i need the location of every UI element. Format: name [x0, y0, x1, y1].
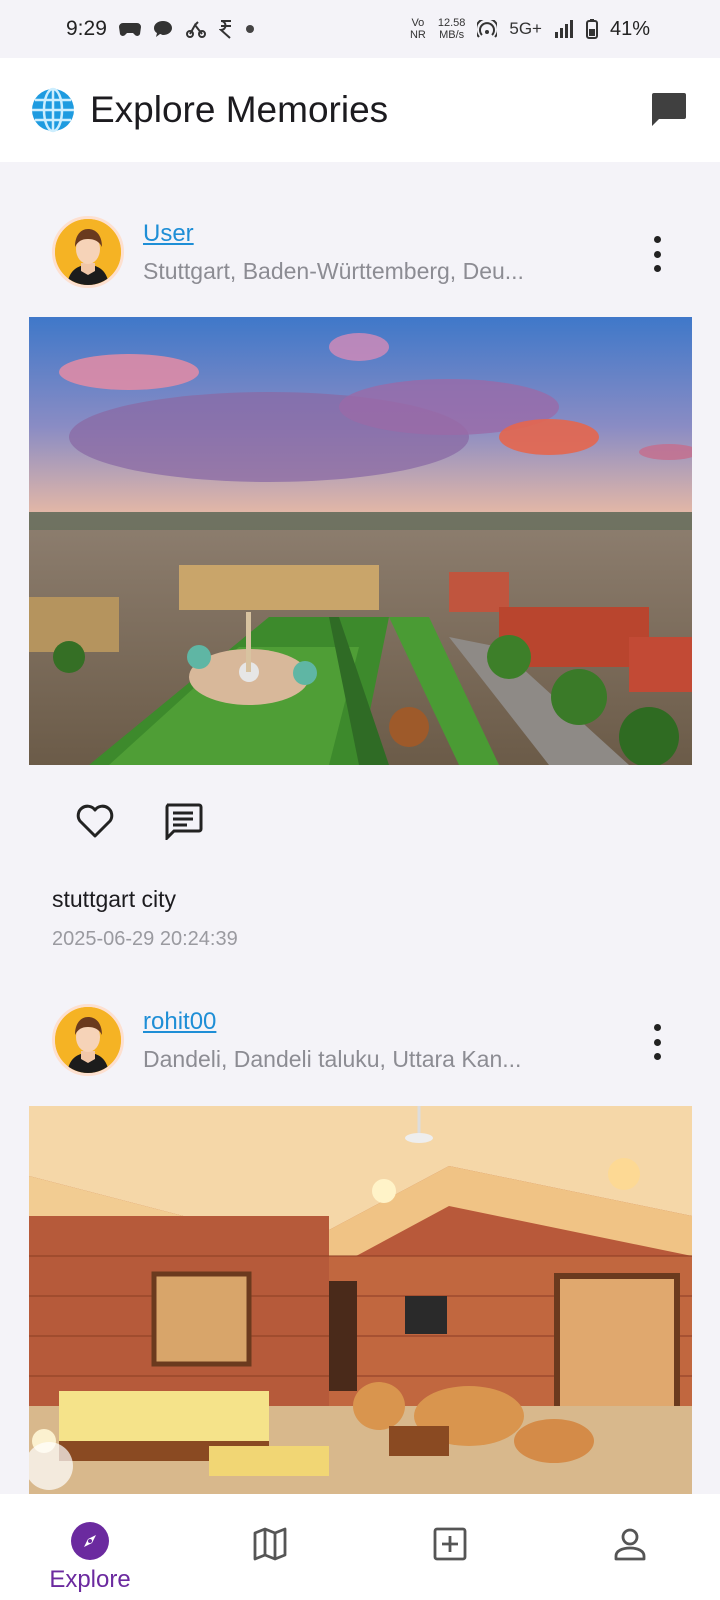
globe-icon [32, 87, 74, 133]
avatar[interactable] [52, 1004, 124, 1076]
more-options-button[interactable] [642, 236, 672, 272]
post-username[interactable]: rohit00 [143, 1008, 216, 1036]
post-location: Stuttgart, Baden-Württemberg, Deu... [143, 258, 524, 284]
app-bar: Explore Memories [0, 58, 720, 162]
delivery-icon [185, 21, 206, 38]
more-dots-icon [653, 1024, 661, 1031]
volte-indicator: Vo NR [409, 17, 426, 41]
post-caption: stuttgart city [52, 886, 176, 912]
bottom-navigation: Explore [0, 1494, 720, 1600]
rupee-icon [218, 20, 231, 39]
post-photo[interactable] [29, 317, 692, 765]
chat-icon [652, 93, 686, 126]
avatar[interactable] [52, 216, 124, 288]
message-bubble-icon [153, 21, 172, 37]
comment-button[interactable] [163, 802, 203, 840]
person-icon [614, 1528, 646, 1561]
nav-explore-label: Explore [49, 1566, 131, 1593]
chat-button[interactable] [646, 88, 690, 132]
add-box-icon [433, 1527, 467, 1561]
net-speed: 12.58 MB/s [437, 17, 466, 41]
post-photo[interactable] [29, 1106, 692, 1494]
post-header: User Stuttgart, Baden-Württemberg, Deu..… [52, 216, 672, 288]
memories-feed[interactable]: User Stuttgart, Baden-Württemberg, Deu..… [0, 162, 720, 1494]
post-timestamp: 2025-06-29 20:24:39 [52, 928, 238, 950]
post-location: Dandeli, Dandeli taluku, Uttara Kan... [143, 1046, 522, 1072]
nav-map[interactable] [180, 1494, 360, 1600]
status-time: 9:29 [66, 17, 107, 40]
nav-explore[interactable]: Explore [0, 1494, 180, 1600]
status-bar: 9:29 Vo NR 12.58 MB/s 5G+ 41% [0, 0, 720, 58]
compass-icon [71, 1522, 109, 1560]
hotspot-icon [477, 20, 498, 38]
battery-level: 41% [609, 17, 650, 40]
post-actions [75, 802, 203, 840]
nav-add[interactable] [360, 1494, 540, 1600]
network-type: 5G+ [509, 19, 542, 38]
cottage-photo-image [29, 1106, 692, 1494]
gamepad-icon [118, 23, 141, 36]
battery-icon [585, 19, 598, 39]
dot-icon [245, 25, 254, 33]
page-title: Explore Memories [90, 89, 389, 130]
more-dots-icon [653, 236, 661, 243]
nav-profile[interactable] [540, 1494, 720, 1600]
more-options-button[interactable] [642, 1024, 672, 1060]
like-button[interactable] [75, 803, 115, 839]
map-icon [253, 1527, 287, 1561]
post-header: rohit00 Dandeli, Dandeli taluku, Uttara … [52, 1004, 672, 1076]
post-username[interactable]: User [143, 220, 194, 248]
signal-icon [554, 20, 573, 38]
city-photo-image [29, 317, 692, 765]
